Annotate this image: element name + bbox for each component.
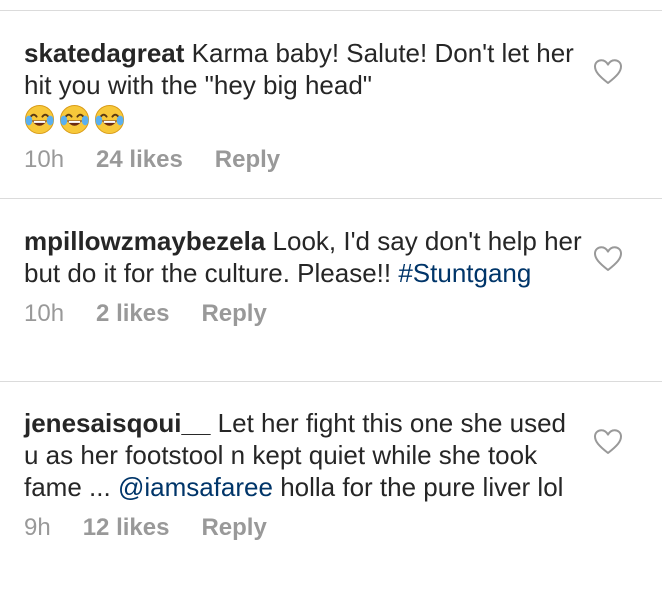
comment-item: jenesaisqoui__ Let her fight this one sh…	[24, 407, 584, 543]
comment-text-continued: holla for the pure liver lol	[280, 472, 564, 502]
comment-meta: 9h 12 likes Reply	[24, 513, 584, 543]
comment-item: skatedagreat Karma baby! Salute! Don't l…	[24, 37, 584, 175]
comment-divider	[0, 198, 662, 199]
comment-username[interactable]: skatedagreat	[24, 38, 184, 68]
mention-link[interactable]: @iamsafaree	[118, 472, 273, 502]
comment-body: mpillowzmaybezela Look, I'd say don't he…	[24, 225, 584, 289]
comment-item: mpillowzmaybezela Look, I'd say don't he…	[24, 225, 584, 329]
emoji-row	[24, 103, 584, 135]
comment-likes-count[interactable]: 24 likes	[96, 146, 183, 174]
reply-button[interactable]: Reply	[201, 300, 266, 328]
comment-meta: 10h 2 likes Reply	[24, 299, 584, 329]
comment-body: skatedagreat Karma baby! Salute! Don't l…	[24, 37, 584, 101]
face-with-tears-of-joy-icon	[24, 104, 55, 135]
comment-meta: 10h 24 likes Reply	[24, 145, 584, 175]
comment-divider	[0, 381, 662, 382]
face-with-tears-of-joy-icon	[59, 104, 90, 135]
comment-timestamp: 10h	[24, 300, 65, 327]
heart-outline-icon[interactable]	[593, 245, 623, 273]
face-with-tears-of-joy-icon	[94, 104, 125, 135]
heart-outline-icon[interactable]	[593, 428, 623, 456]
comment-likes-count[interactable]: 2 likes	[96, 300, 169, 328]
comment-timestamp: 9h	[24, 514, 51, 541]
top-divider	[0, 10, 662, 11]
comment-username[interactable]: jenesaisqoui__	[24, 408, 210, 438]
comment-body: jenesaisqoui__ Let her fight this one sh…	[24, 407, 584, 503]
heart-outline-icon[interactable]	[593, 58, 623, 86]
reply-button[interactable]: Reply	[201, 514, 266, 542]
hashtag-link[interactable]: #Stuntgang	[398, 258, 531, 288]
comment-likes-count[interactable]: 12 likes	[83, 514, 170, 542]
comment-username[interactable]: mpillowzmaybezela	[24, 226, 265, 256]
reply-button[interactable]: Reply	[215, 146, 280, 174]
comment-timestamp: 10h	[24, 146, 65, 173]
